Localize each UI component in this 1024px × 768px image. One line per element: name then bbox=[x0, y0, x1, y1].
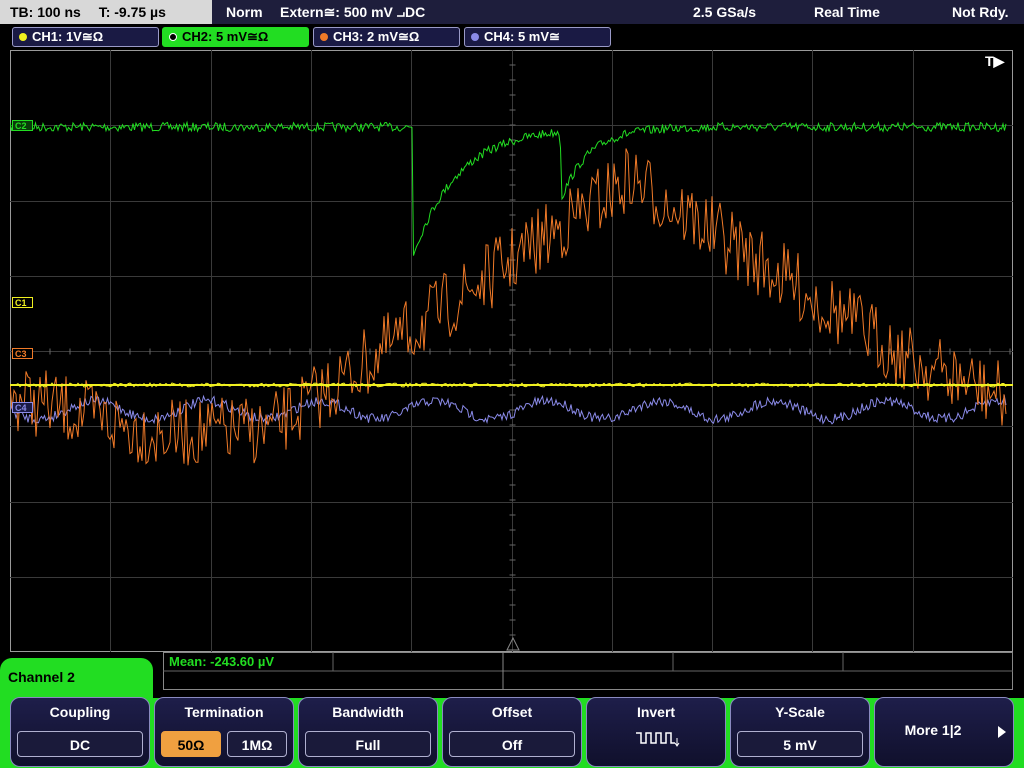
y-scale-value[interactable]: 5 mV bbox=[737, 731, 863, 757]
ch4-level-marker[interactable]: C4 bbox=[12, 402, 33, 413]
measurement-panel bbox=[163, 652, 1013, 690]
channel-4-button[interactable]: CH4: 5 mV≅ bbox=[464, 27, 611, 47]
coupling-softkey[interactable]: Coupling DC bbox=[10, 697, 150, 767]
offset-softkey[interactable]: Offset Off bbox=[442, 697, 582, 767]
trigger-position-marker[interactable]: T▶ bbox=[985, 53, 1006, 69]
coupling-label: Coupling bbox=[49, 704, 111, 720]
trigger-source[interactable]: Extern≅: 500 mV ⨼DC bbox=[280, 0, 425, 24]
ch3-level-marker[interactable]: C3 bbox=[12, 348, 33, 359]
trigger-status: Not Rdy. bbox=[952, 4, 1009, 20]
offset-value[interactable]: Off bbox=[449, 731, 575, 757]
coupling-value[interactable]: DC bbox=[17, 731, 143, 757]
invert-label: Invert bbox=[636, 704, 676, 720]
timebase-box[interactable]: TB: 100 ns T: -9.75 µs bbox=[0, 0, 212, 24]
ch2-label: CH2: 5 mV≅Ω bbox=[182, 29, 269, 44]
channel-bar: CH1: 1V≅Ω CH2: 5 mV≅Ω CH3: 2 mV≅Ω CH4: 5… bbox=[0, 24, 1024, 50]
status-bar: TB: 100 ns T: -9.75 µs Norm Extern≅: 500… bbox=[0, 0, 1024, 24]
ch3-dot-icon bbox=[320, 33, 328, 41]
ch1-level-marker[interactable]: C1 bbox=[12, 297, 33, 308]
bandwidth-softkey[interactable]: Bandwidth Full bbox=[298, 697, 438, 767]
termination-softkey[interactable]: Termination 50Ω 1MΩ bbox=[154, 697, 294, 767]
trigger-mode[interactable]: Norm bbox=[226, 0, 263, 24]
ch2-dot-icon bbox=[169, 33, 177, 41]
invert-softkey[interactable]: Invert bbox=[586, 697, 726, 767]
invert-waveform-icon bbox=[636, 732, 680, 747]
bandwidth-label: Bandwidth bbox=[332, 704, 404, 720]
ch1-label: CH1: 1V≅Ω bbox=[32, 29, 104, 44]
menu-title-tab: Channel 2 bbox=[0, 658, 153, 698]
mean-measurement[interactable]: Mean: -243.60 µV bbox=[169, 654, 274, 669]
trigger-time-value: T: -9.75 µs bbox=[98, 4, 166, 20]
termination-50-ohm[interactable]: 50Ω bbox=[161, 731, 221, 757]
channel-2-button[interactable]: CH2: 5 mV≅Ω bbox=[162, 27, 309, 47]
ch3-label: CH3: 2 mV≅Ω bbox=[333, 29, 420, 44]
waveform-display[interactable]: T▶ bbox=[10, 50, 1013, 652]
y-scale-softkey[interactable]: Y-Scale 5 mV bbox=[730, 697, 870, 767]
sample-rate: 2.5 GSa/s bbox=[693, 4, 757, 20]
timebase-value: TB: 100 ns bbox=[10, 4, 81, 20]
ch2-level-marker[interactable]: C2 bbox=[12, 120, 33, 131]
menu-title: Channel 2 bbox=[8, 669, 75, 685]
termination-label: Termination bbox=[184, 704, 264, 720]
ch4-dot-icon bbox=[471, 33, 479, 41]
termination-1m-ohm[interactable]: 1MΩ bbox=[227, 731, 287, 757]
acquisition-mode: Real Time bbox=[814, 4, 880, 20]
ch1-dot-icon bbox=[19, 33, 27, 41]
ch4-label: CH4: 5 mV≅ bbox=[484, 29, 560, 44]
channel-1-button[interactable]: CH1: 1V≅Ω bbox=[12, 27, 159, 47]
channel-3-button[interactable]: CH3: 2 mV≅Ω bbox=[313, 27, 460, 47]
bandwidth-value[interactable]: Full bbox=[305, 731, 431, 757]
y-scale-label: Y-Scale bbox=[775, 704, 825, 720]
more-label: More 1|2 bbox=[904, 722, 962, 738]
offset-label: Offset bbox=[491, 704, 533, 720]
more-softkey[interactable]: More 1|2 bbox=[874, 697, 1014, 767]
arrow-right-icon bbox=[998, 726, 1006, 738]
